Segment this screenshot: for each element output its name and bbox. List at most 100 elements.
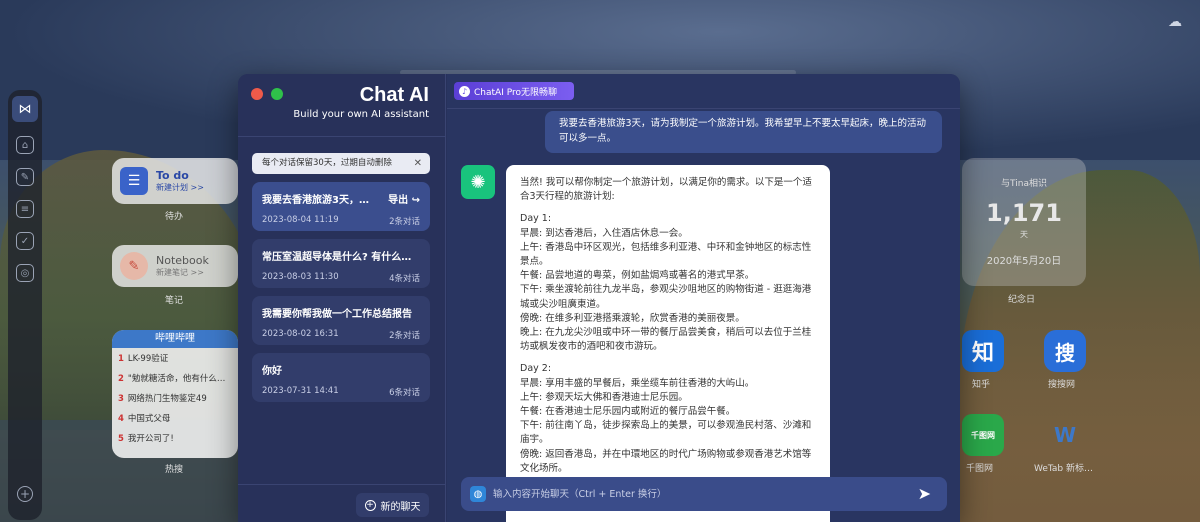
divider — [447, 108, 960, 109]
hot-rank: 2 — [118, 374, 124, 384]
message-paragraph: 当然! 我可以帮你制定一个旅游计划，以满足你的需求。以下是一个适合3天行程的旅游… — [520, 177, 812, 203]
conversation-title: 我需要你帮我做一个工作总结报告 — [262, 309, 412, 320]
hot-caption: 热搜 — [165, 465, 184, 475]
export-icon: ↪ — [411, 195, 420, 206]
divider — [238, 484, 446, 485]
todo-subtitle[interactable]: 新建计划 >> — [156, 182, 204, 193]
hot-item[interactable]: 2 "勉就糖活命，他有什么… — [112, 368, 238, 388]
conversation-count: 4条对话 — [389, 274, 420, 284]
pro-badge[interactable]: ♪ ChatAI Pro无限畅聊 — [454, 82, 574, 100]
hot-item[interactable]: 4 中国式父母 — [112, 408, 238, 428]
send-icon[interactable]: ➤ — [918, 484, 931, 503]
close-icon[interactable]: ✕ — [414, 153, 422, 174]
hot-item[interactable]: 3 网络热门生物鉴定49 — [112, 388, 238, 408]
hot-rank: 3 — [118, 394, 124, 404]
anniversary-widget[interactable]: 与Tina相识 1,171 天 2020年5月20日 — [962, 158, 1086, 286]
day-heading: Day 1: — [520, 213, 552, 225]
export-label: 导出 — [388, 195, 409, 206]
conversation-title: 我要去香港旅游3天，请为我制定一个旅游计划 — [262, 195, 370, 206]
message-line: 上午: 参观天坛大佛和香港迪士尼乐园。 — [520, 391, 688, 403]
brand-subtitle: Build your own AI assistant — [293, 109, 429, 120]
qiantu-app-icon[interactable]: 千图网 — [962, 414, 1004, 456]
zhihu-app-icon[interactable]: 知 — [962, 330, 1004, 372]
hot-text: 网络热门生物鉴定49 — [127, 394, 207, 404]
conversation-title: 常压室温超导体是什么? 有什么用途 — [262, 252, 412, 263]
notebook-icon: ✎ — [120, 252, 148, 280]
anniversary-label: 与Tina相识 — [1001, 179, 1047, 189]
hot-rank: 5 — [118, 434, 124, 444]
conversation-title: 你好 — [262, 366, 282, 377]
todo-title: To do — [156, 169, 189, 182]
conversation-item[interactable]: 你好 2023-07-31 14:41 6条对话 — [252, 353, 430, 402]
game-icon[interactable]: ◎ — [16, 264, 34, 282]
app-label: 知乎 — [972, 380, 991, 390]
app-label: WeTab 新标… — [1034, 464, 1094, 474]
app-label: 千图网 — [966, 464, 994, 474]
notebook-widget[interactable]: ✎ Notebook 新建笔记 >> — [112, 245, 238, 287]
todo-icon: ☰ — [120, 167, 148, 195]
export-button[interactable]: 导出 ↪ — [388, 191, 420, 206]
message-line: 下午: 前往南丫岛，徒步探索岛上的美景，可以参观渔民村落、沙滩和庙宇。 — [520, 420, 812, 446]
hot-search-header[interactable]: 哔哩哔哩 — [112, 330, 238, 348]
app-logo-icon[interactable]: ⋈ — [12, 96, 38, 122]
conversation-count: 2条对话 — [389, 331, 420, 341]
message-line: 上午: 香港岛中环区观光，包括维多利亚港、中环和金钟地区的标志性景点。 — [520, 241, 812, 268]
edit-icon[interactable]: ✎ — [16, 168, 34, 186]
plus-icon: + — [364, 499, 376, 511]
message-line: 傍晚: 返回香港岛，并在中環地区的时代广场购物或参观香港艺术馆等文化场所。 — [520, 448, 812, 474]
notebook-title: Notebook — [156, 254, 209, 267]
conversation-item[interactable]: 我需要你帮我做一个工作总结报告 2023-08-02 16:31 2条对话 — [252, 296, 430, 345]
notice-text: 每个对话保留30天，过期自动删除 — [262, 158, 392, 168]
app-label: 搜搜网 — [1048, 380, 1076, 390]
check-icon[interactable]: ✓ — [16, 232, 34, 250]
message-line: 下午: 乘坐渡轮前往九龙半岛，参观尖沙咀地区的购物街道 - 逛逛海港城或尖沙咀廣… — [520, 284, 812, 310]
todo-caption: 待办 — [165, 212, 184, 222]
cloud-icon[interactable]: ☁ — [1168, 14, 1182, 30]
notebook-subtitle[interactable]: 新建笔记 >> — [156, 267, 209, 278]
conversation-item[interactable]: 常压室温超导体是什么? 有什么用途 2023-08-03 11:30 4条对话 — [252, 239, 430, 288]
message-line: 早晨: 享用丰盛的早餐后，乘坐缆车前往香港的大屿山。 — [520, 377, 755, 389]
new-chat-button[interactable]: + 新的聊天 — [356, 493, 429, 517]
conversation-date: 2023-08-03 11:30 — [262, 272, 339, 282]
home-icon[interactable]: ⌂ — [16, 136, 34, 154]
user-message: 我要去香港旅游3天，请为我制定一个旅游计划。我希望早上不要太早起床，晚上的活动可… — [545, 111, 942, 153]
notebook-caption: 笔记 — [165, 296, 184, 306]
message-line: 晚上: 在九龙尖沙咀或中环一带的餐厅品尝美食，稍后可以去位于兰桂坊或枫发夜市的酒… — [520, 327, 812, 353]
chat-input[interactable] — [493, 483, 893, 505]
chatgpt-avatar-icon: ✺ — [461, 165, 495, 199]
hot-text: "勉就糖活命，他有什么… — [127, 374, 226, 384]
divider — [238, 136, 446, 137]
chat-input-bar: ◍ ➤ — [461, 477, 947, 511]
day-heading: Day 2: — [520, 363, 552, 375]
hot-rank: 4 — [118, 414, 124, 424]
new-chat-label: 新的聊天 — [380, 501, 421, 513]
message-line: 傍晚: 在维多利亚港搭乘渡轮，欣赏香港的美丽夜景。 — [520, 312, 745, 324]
conversation-item[interactable]: 我要去香港旅游3天，请为我制定一个旅游计划 导出 ↪ 2023-08-04 11… — [252, 182, 430, 231]
hot-search-widget[interactable]: 哔哩哔哩 1 LK-99验证 2 "勉就糖活命，他有什么… 3 网络热门生物鉴定49 … — [112, 330, 238, 458]
wetab-app-icon[interactable]: W — [1044, 414, 1086, 456]
add-icon[interactable]: + — [17, 486, 33, 502]
sousou-app-icon[interactable]: 搜 — [1044, 330, 1086, 372]
message-line: 早晨: 到达香港后，入住酒店休息一会。 — [520, 227, 688, 239]
assistant-message: 当然! 我可以帮你制定一个旅游计划，以满足你的需求。以下是一个适合3天行程的旅游… — [506, 165, 830, 522]
conversation-date: 2023-08-02 16:31 — [262, 329, 339, 339]
sidebar-dock: ⋈ ⌂ ✎ ≡ ✓ ◎ + — [8, 90, 42, 520]
conversation-count: 2条对话 — [389, 217, 420, 227]
hot-text: LK-99验证 — [127, 354, 169, 364]
globe-icon[interactable]: ◍ — [470, 486, 486, 502]
conversation-date: 2023-07-31 14:41 — [262, 386, 339, 396]
hot-rank: 1 — [118, 354, 124, 364]
chat-main: ♪ ChatAI Pro无限畅聊 我要去香港旅游3天，请为我制定一个旅游计划。我… — [447, 74, 960, 522]
hot-text: 我开公司了! — [127, 434, 174, 444]
message-line: 午餐: 品尝地道的粤菜，例如盐焗鸡或著名的港式早茶。 — [520, 270, 755, 282]
anniversary-count: 1,171 — [986, 199, 1062, 227]
maximize-window-button[interactable] — [271, 88, 283, 100]
close-window-button[interactable] — [251, 88, 263, 100]
list-icon[interactable]: ≡ — [16, 200, 34, 218]
hot-item[interactable]: 5 我开公司了! — [112, 428, 238, 448]
todo-widget[interactable]: ☰ To do 新建计划 >> — [112, 158, 238, 204]
chat-sidebar: Chat AI Build your own AI assistant 每个对话… — [238, 74, 446, 522]
brand: Chat AI Build your own AI assistant — [293, 84, 429, 120]
conversation-date: 2023-08-04 11:19 — [262, 215, 339, 225]
hot-item[interactable]: 1 LK-99验证 — [112, 348, 238, 368]
